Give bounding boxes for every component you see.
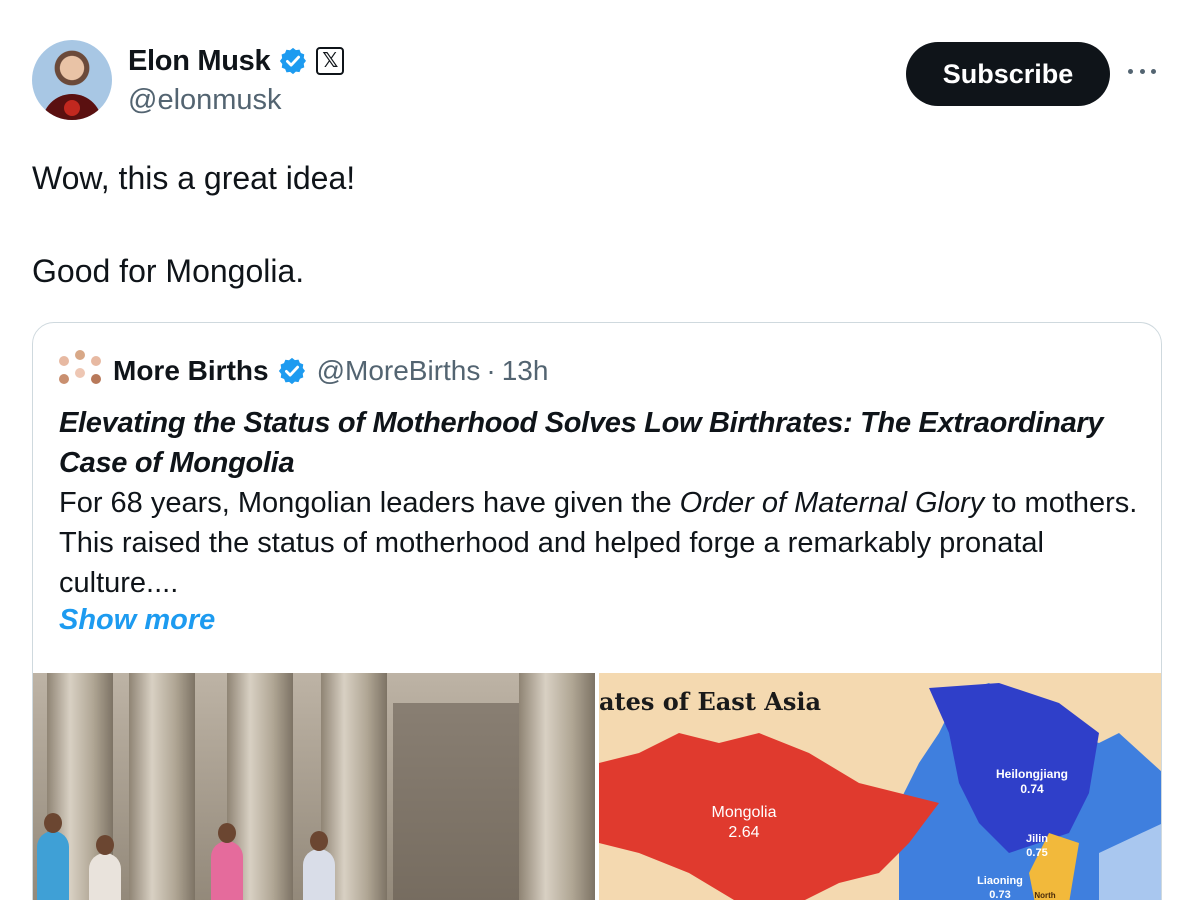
quote-timestamp[interactable]: 13h <box>502 355 549 387</box>
separator-dot: · <box>486 355 496 386</box>
map-region-name: North <box>1034 891 1056 900</box>
more-options-icon[interactable] <box>1124 56 1160 86</box>
author-display-name[interactable]: Elon Musk <box>128 45 271 78</box>
author-avatar[interactable] <box>32 40 112 120</box>
quote-author-avatar[interactable] <box>57 348 103 394</box>
post-text-line: Good for Mongolia. <box>32 253 305 289</box>
quote-author-handle[interactable]: @MoreBirths <box>317 355 481 387</box>
author-info: Elon Musk 𝕏 @elonmusk <box>128 42 345 117</box>
map-label-north: North <box>1025 891 1065 900</box>
media-grid: ates of East Asia Mongolia 2.64 Heilongj… <box>33 673 1161 900</box>
map-label-jilin: Jilin 0.75 <box>1007 833 1067 861</box>
map-region-name: Liaoning <box>977 875 1023 887</box>
map-region-value: 2.64 <box>728 824 760 841</box>
map-title: ates of East Asia <box>599 687 822 716</box>
quote-body: For 68 years, Mongolian leaders have giv… <box>59 483 1139 603</box>
quote-author-name[interactable]: More Births <box>113 355 269 387</box>
post-text: Wow, this a great idea! Good for Mongoli… <box>32 156 1152 294</box>
quote-title: Elevating the Status of Motherhood Solve… <box>59 407 1104 479</box>
map-region-name: Heilongjiang <box>996 767 1068 781</box>
display-name-row: Elon Musk 𝕏 <box>128 42 345 80</box>
post-text-line: Wow, this a great idea! <box>32 160 356 196</box>
verified-badge-icon <box>278 357 305 385</box>
map-region-value: 0.74 <box>1020 782 1044 796</box>
quote-body-emphasis: Order of Maternal Glory <box>679 487 985 519</box>
map-region-name: Mongolia <box>711 804 777 821</box>
map-label-heilongjiang: Heilongjiang 0.74 <box>987 767 1077 797</box>
media-map[interactable]: ates of East Asia Mongolia 2.64 Heilongj… <box>599 673 1161 900</box>
quoted-post[interactable]: More Births @MoreBirths · 13h Elevating … <box>32 322 1162 900</box>
post-header: Elon Musk 𝕏 @elonmusk Subscribe <box>32 40 1168 124</box>
map-region-name: Jilin <box>1025 833 1048 845</box>
subscribe-button[interactable]: Subscribe <box>906 42 1110 106</box>
quote-body-text: For 68 years, Mongolian leaders have giv… <box>59 487 680 519</box>
quote-header: More Births @MoreBirths · 13h <box>57 347 548 395</box>
show-more-link[interactable]: Show more <box>59 604 215 637</box>
media-photo[interactable] <box>33 673 595 900</box>
map-region-value: 0.75 <box>1026 846 1048 859</box>
author-handle[interactable]: @elonmusk <box>128 84 344 117</box>
verified-badge-icon <box>280 47 307 75</box>
map-label-mongolia: Mongolia 2.64 <box>689 803 799 843</box>
x-logo-icon[interactable]: 𝕏 <box>316 47 345 75</box>
